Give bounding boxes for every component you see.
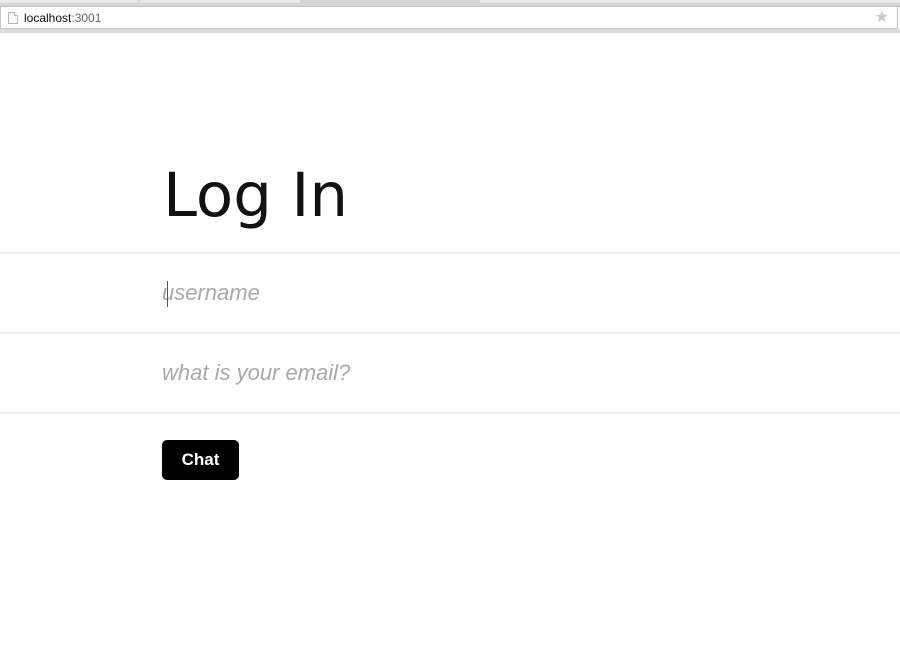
toolbar-divider xyxy=(0,29,900,33)
page-title: Log In xyxy=(163,160,348,231)
email-input[interactable] xyxy=(162,334,862,411)
star-icon[interactable]: ★ xyxy=(875,9,889,27)
chat-button[interactable]: Chat xyxy=(162,440,239,480)
browser-tab[interactable] xyxy=(480,0,900,3)
address-bar[interactable]: localhost:3001 ★ xyxy=(0,6,898,29)
page-icon xyxy=(8,11,18,24)
browser-tab[interactable] xyxy=(140,0,300,3)
text-caret xyxy=(167,281,168,307)
username-input[interactable] xyxy=(162,254,862,331)
email-row xyxy=(0,332,900,411)
url-text[interactable]: localhost:3001 xyxy=(24,11,101,25)
url-host: localhost xyxy=(24,10,72,25)
url-port: :3001 xyxy=(71,10,102,25)
username-row xyxy=(0,252,900,331)
form-divider xyxy=(0,412,900,414)
browser-tab[interactable] xyxy=(0,0,138,3)
